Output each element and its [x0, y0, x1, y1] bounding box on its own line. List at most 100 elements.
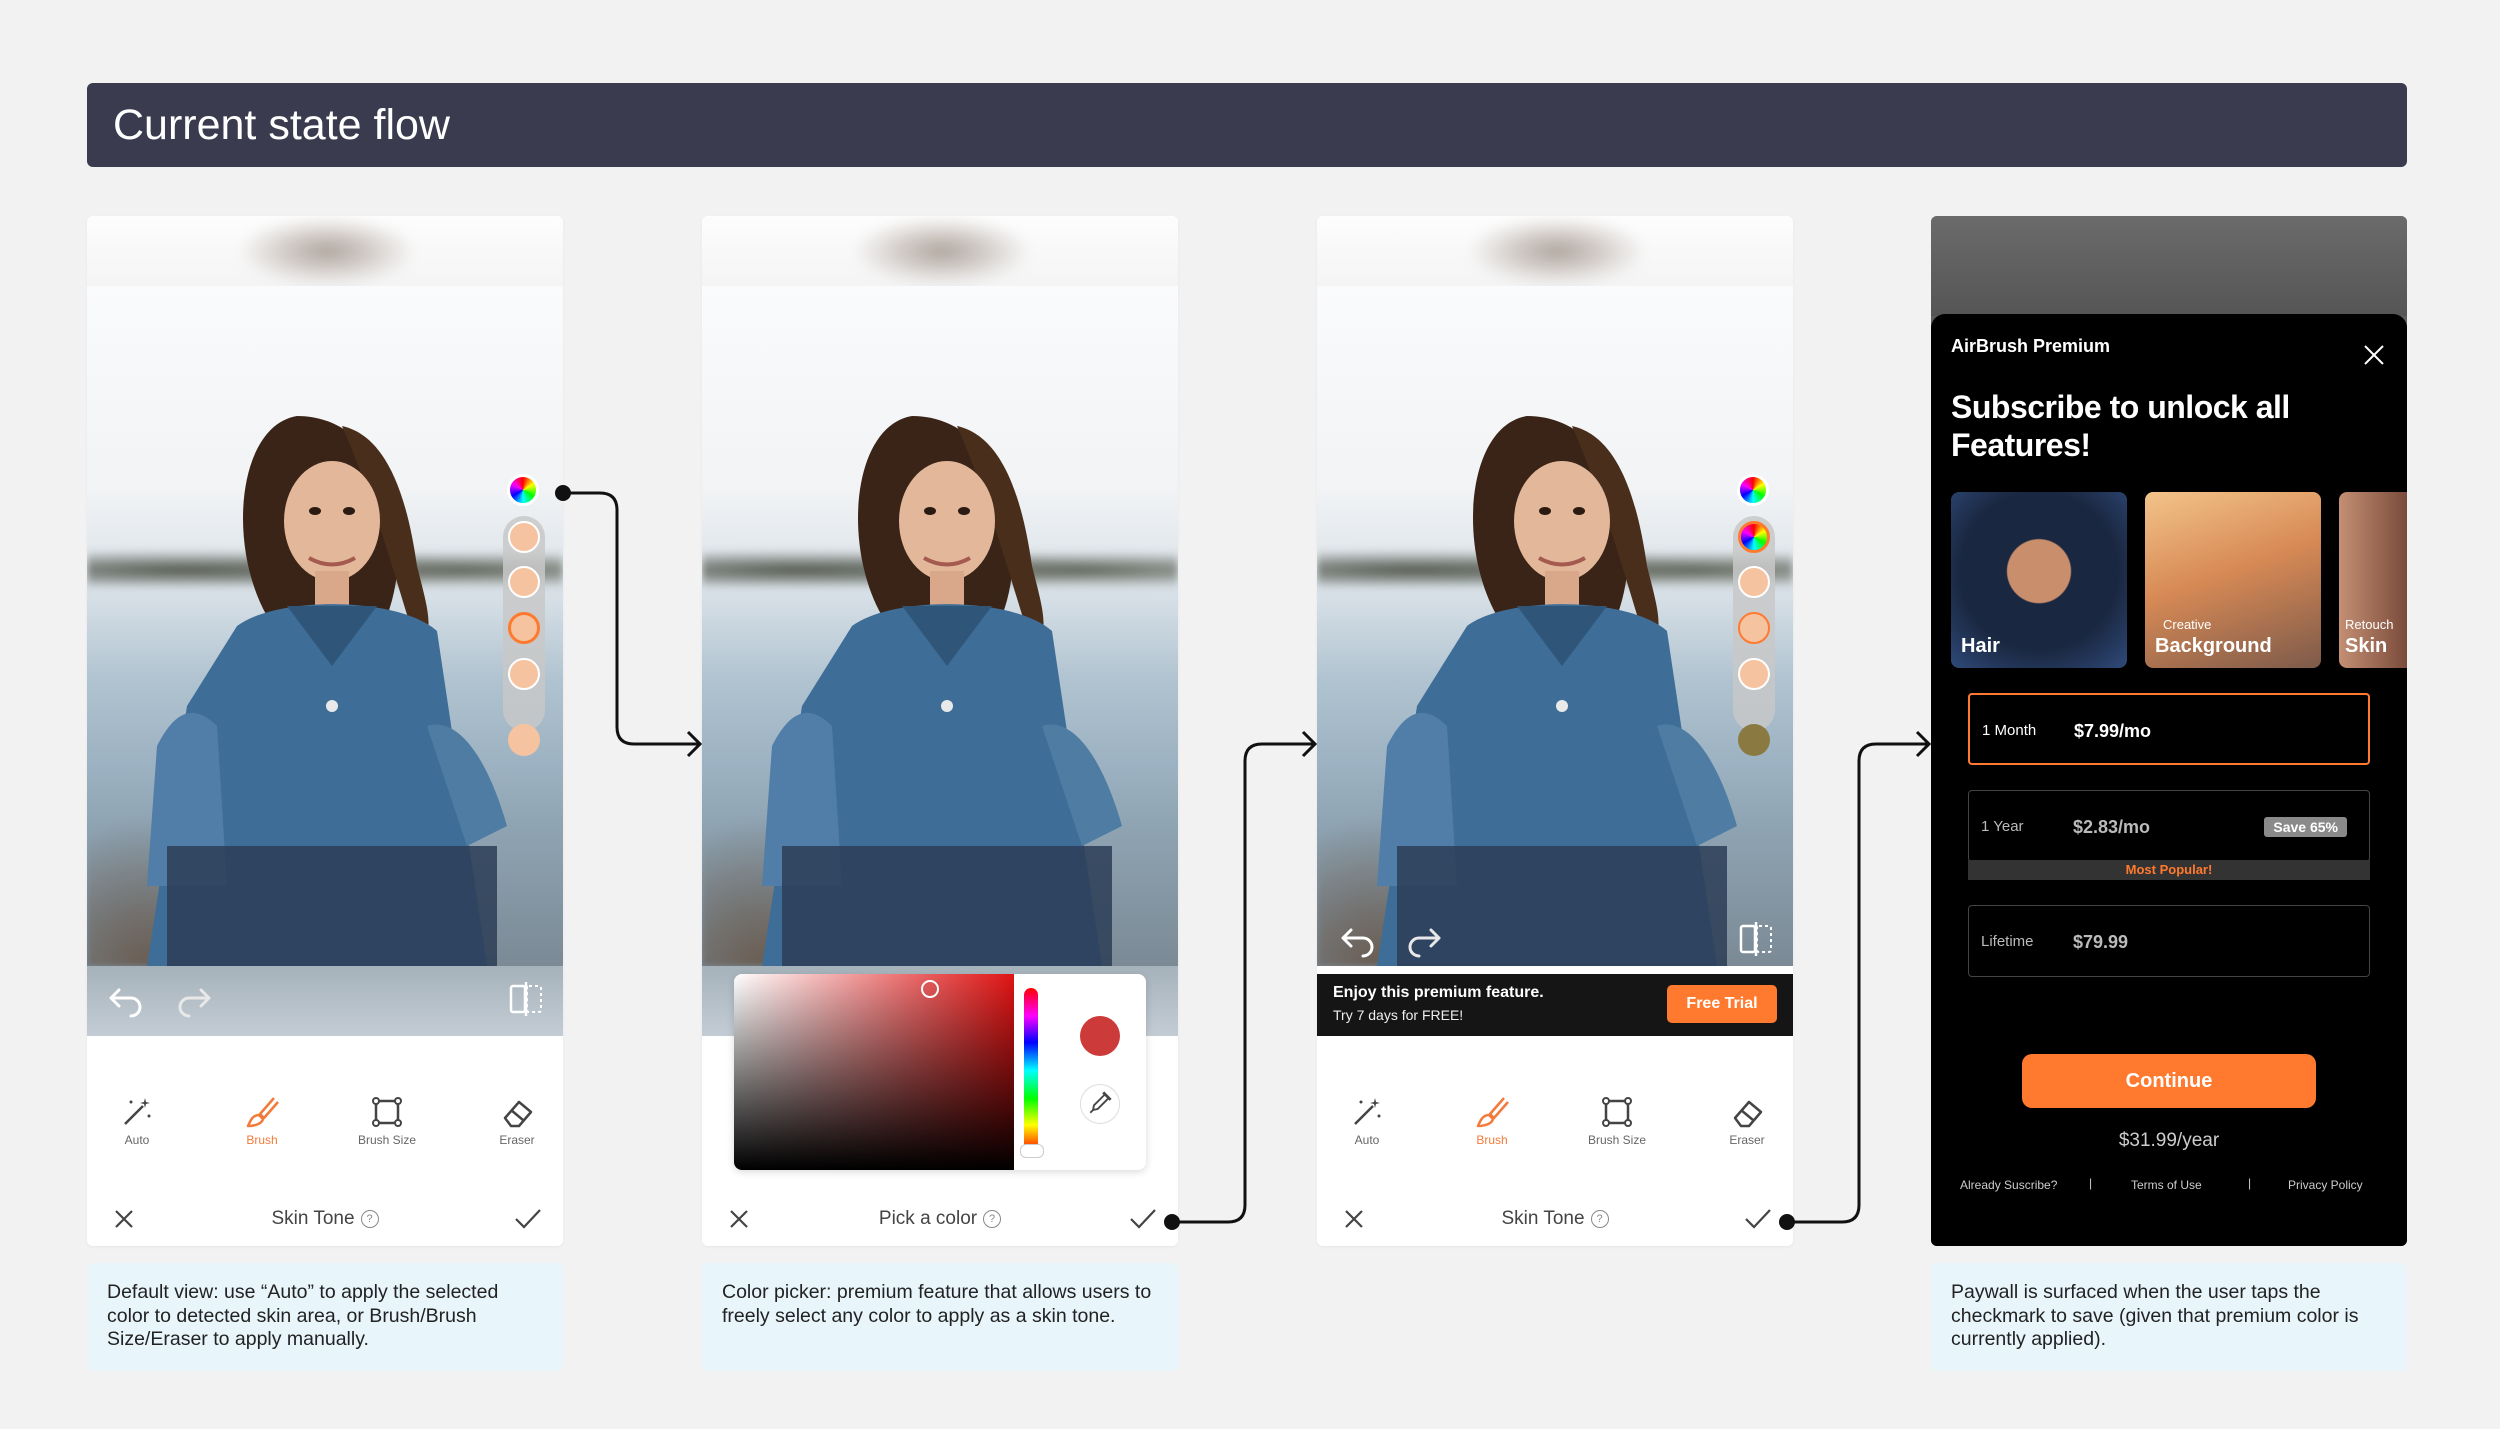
- brush-tool[interactable]: Brush: [212, 1094, 312, 1147]
- skin-swatch[interactable]: [508, 521, 540, 553]
- screen-default-view: Auto Brush Brush Size Eraser Skin Tone?: [87, 216, 563, 1246]
- premium-banner: Enjoy this premium feature. Try 7 days f…: [1317, 974, 1793, 1036]
- paywall-title: Subscribe to unlock all Features!: [1951, 389, 2290, 463]
- magic-wand-icon: [124, 1098, 151, 1125]
- tool-label: Auto: [124, 1133, 150, 1147]
- undo-icon[interactable]: [1337, 918, 1379, 960]
- plan-price: $79.99: [2073, 932, 2129, 952]
- hue-slider[interactable]: [1024, 988, 1038, 1153]
- continue-button[interactable]: Continue: [2022, 1054, 2316, 1108]
- premium-banner-subtitle: Try 7 days for FREE!: [1333, 1007, 1464, 1023]
- selected-color-swatch: [1080, 1016, 1120, 1056]
- feature-card-background[interactable]: Creative Background: [2145, 492, 2321, 668]
- skin-swatch[interactable]: [1738, 658, 1770, 690]
- feature-label: Hair: [1961, 635, 2000, 657]
- privacy-link[interactable]: Privacy Policy: [2288, 1178, 2363, 1192]
- photo-canvas[interactable]: [87, 286, 563, 966]
- auto-tool[interactable]: Auto: [87, 1094, 187, 1147]
- tool-bar: Auto Brush Brush Size Eraser: [1317, 1066, 1793, 1176]
- feature-sublabel: Retouch: [2345, 617, 2394, 632]
- link-divider: |: [2089, 1176, 2093, 1190]
- already-subscribed-link[interactable]: Already Suscribe?: [1960, 1178, 2057, 1192]
- plan-price: $7.99/mo: [2074, 721, 2152, 741]
- compare-icon[interactable]: [505, 978, 547, 1020]
- color-wheel-swatch[interactable]: [1737, 474, 1769, 506]
- brush-size-tool[interactable]: Brush Size: [337, 1094, 437, 1147]
- redo-icon[interactable]: [173, 978, 215, 1020]
- tool-bar: Auto Brush Brush Size Eraser: [87, 1066, 563, 1176]
- plan-option-monthly[interactable]: 1 Month $7.99/mo: [1968, 693, 2370, 765]
- help-icon[interactable]: ?: [1590, 1209, 1609, 1228]
- plan-term: 1 Month: [1982, 722, 2037, 739]
- eraser-tool[interactable]: Eraser: [1697, 1094, 1793, 1147]
- screen-footer: Pick a color?: [702, 1192, 1178, 1246]
- brush-size-icon: [1602, 1097, 1632, 1127]
- tool-label: Brush Size: [1587, 1133, 1647, 1147]
- skin-swatch[interactable]: [1738, 566, 1770, 598]
- footer-label: Skin Tone: [271, 1208, 355, 1229]
- photo-canvas[interactable]: [702, 286, 1178, 966]
- terms-link[interactable]: Terms of Use: [2131, 1178, 2202, 1192]
- skin-swatch[interactable]: [508, 724, 540, 756]
- screen-color-picker: Pick a color?: [702, 216, 1178, 1246]
- help-icon[interactable]: ?: [360, 1209, 379, 1228]
- color-handle[interactable]: [921, 980, 939, 998]
- link-divider: |: [2248, 1176, 2252, 1190]
- checkmark-icon[interactable]: [513, 1206, 543, 1232]
- help-icon[interactable]: ?: [983, 1209, 1002, 1228]
- tool-label: Brush Size: [357, 1133, 417, 1147]
- footer-label: Skin Tone: [1501, 1208, 1585, 1229]
- brush-size-tool[interactable]: Brush Size: [1567, 1094, 1667, 1147]
- custom-color-swatch-selected[interactable]: [1738, 521, 1770, 553]
- plan-option-lifetime[interactable]: Lifetime $79.99: [1968, 905, 2370, 977]
- skin-swatch[interactable]: [1738, 724, 1770, 756]
- eraser-tool[interactable]: Eraser: [467, 1094, 563, 1147]
- feature-card-skin[interactable]: Retouch Skin: [2339, 492, 2407, 668]
- plan-option-yearly[interactable]: 1 Year $2.83/mo Save 65%: [1968, 790, 2370, 862]
- redo-icon[interactable]: [1403, 918, 1445, 960]
- skin-swatch[interactable]: [1738, 612, 1770, 644]
- footer-title: Skin Tone?: [1317, 1192, 1793, 1246]
- color-wheel-swatch[interactable]: [507, 474, 539, 506]
- section-header: Current state flow: [87, 83, 2407, 167]
- tool-label: Auto: [1354, 1133, 1380, 1147]
- checkmark-icon[interactable]: [1743, 1206, 1773, 1232]
- feature-label: Skin: [2345, 635, 2388, 657]
- screen-footer: Skin Tone?: [1317, 1192, 1793, 1246]
- saturation-value-area[interactable]: [734, 974, 1014, 1170]
- magic-wand-icon: [1354, 1098, 1381, 1125]
- eyedropper-button[interactable]: [1080, 1084, 1120, 1124]
- caption-paywall: Paywall is surfaced when the user taps t…: [1931, 1263, 2407, 1371]
- close-icon[interactable]: [2363, 344, 2385, 366]
- photo-canvas[interactable]: [1317, 286, 1793, 966]
- brush-size-icon: [372, 1097, 402, 1127]
- skin-swatch[interactable]: [508, 566, 540, 598]
- eyedropper-icon: [1089, 1091, 1112, 1114]
- undo-icon[interactable]: [105, 978, 147, 1020]
- brush-icon: [246, 1097, 279, 1128]
- color-picker-panel: [734, 974, 1146, 1170]
- dimmed-background: [1931, 216, 2407, 316]
- tool-label: Brush: [246, 1133, 278, 1147]
- plan-term: Lifetime: [1981, 933, 2034, 950]
- save-badge: Save 65%: [2264, 817, 2347, 837]
- hue-slider-knob[interactable]: [1020, 1144, 1044, 1158]
- status-strip: [1317, 216, 1793, 286]
- renewal-price: $31.99/year: [2118, 1130, 2220, 1151]
- free-trial-button[interactable]: Free Trial: [1667, 985, 1777, 1023]
- screen-footer: Skin Tone?: [87, 1192, 563, 1246]
- feature-card-hair[interactable]: Hair: [1951, 492, 2127, 668]
- paywall-brand: AirBrush Premium: [1951, 336, 2111, 356]
- eraser-icon: [503, 1100, 533, 1128]
- brush-tool[interactable]: Brush: [1442, 1094, 1542, 1147]
- flow-arrow-1: [563, 491, 700, 746]
- screen-premium-applied: Enjoy this premium feature. Try 7 days f…: [1317, 216, 1793, 1246]
- status-strip: [87, 216, 563, 286]
- skin-swatch[interactable]: [508, 658, 540, 690]
- feature-sublabel: Creative: [2163, 617, 2212, 632]
- skin-swatch-selected[interactable]: [508, 612, 540, 644]
- compare-icon[interactable]: [1735, 918, 1777, 960]
- caption-default-view: Default view: use “Auto” to apply the se…: [87, 1263, 563, 1371]
- auto-tool[interactable]: Auto: [1317, 1094, 1417, 1147]
- checkmark-icon[interactable]: [1128, 1206, 1158, 1232]
